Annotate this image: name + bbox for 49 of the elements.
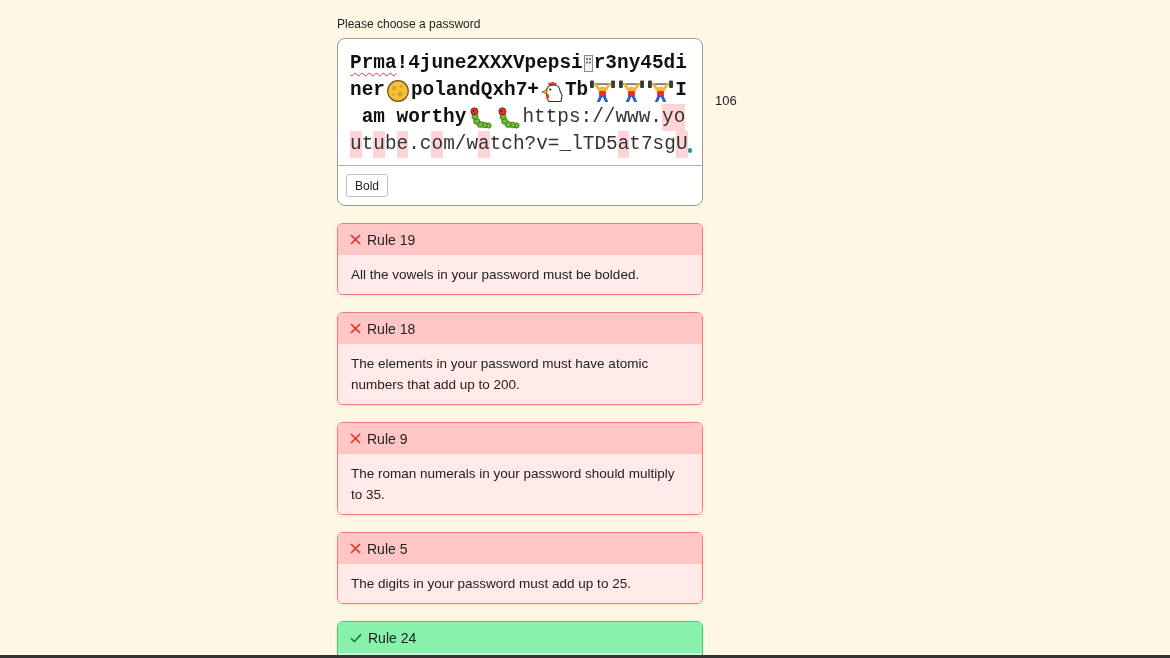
rule-title: Rule 19	[367, 231, 416, 248]
password-text: m/w	[443, 132, 479, 157]
rule-title: Rule 24	[368, 629, 417, 646]
highlighted-text: u	[350, 131, 362, 158]
weightlifter-icon	[648, 79, 674, 102]
bold-button[interactable]: Bold	[346, 174, 389, 197]
cross-icon	[350, 433, 361, 444]
highlighted-text: u	[373, 131, 385, 158]
check-icon	[350, 632, 362, 643]
rule-description: The roman numerals in your password should multiply to 35.	[351, 466, 675, 502]
rule-title: Rule 9	[367, 430, 408, 447]
rule-title: Rule 5	[367, 540, 408, 557]
rule-title: Rule 18	[367, 320, 416, 337]
password-text: .c	[408, 132, 432, 157]
chicken-icon	[540, 79, 563, 102]
weightlifter-icon	[590, 79, 616, 102]
missing-glyph-icon	[583, 55, 593, 72]
field-label: Please choose a password	[337, 17, 481, 31]
character-count: 106	[715, 93, 737, 108]
password-text: t	[361, 132, 374, 157]
highlighted-text: e	[396, 131, 409, 158]
password-text: I	[675, 78, 687, 103]
rule-description: All the vowels in your password must be bolded.	[351, 267, 640, 282]
cross-icon	[350, 234, 361, 245]
cross-icon	[350, 323, 361, 334]
highlighted-text: a	[617, 131, 630, 158]
password-text: Prma	[350, 51, 397, 76]
password-text: am worthy	[360, 105, 467, 130]
password-text: !4june2XXXVpepsi	[396, 51, 583, 76]
password-text: Tb	[564, 78, 589, 103]
weightlifter-icon	[619, 79, 645, 102]
password-field[interactable]: Prma!4june2XXXVpepsi r3ny45di ner polandQxh7+ Tb I am worthy https://www.yo utube.com/watch?v=_lTD5at7sgU	[338, 39, 702, 165]
cross-icon	[350, 543, 361, 554]
password-text: polandQxh7+	[410, 78, 539, 103]
password-text: https://www.	[522, 105, 662, 130]
password-text: tch?v=_lTD5	[489, 132, 618, 157]
rule-description: The elements in your password must have atomic numbers that add up to 200.	[351, 356, 649, 392]
password-text: ner	[350, 78, 385, 103]
highlighted-text: a	[478, 131, 490, 158]
rule-description: The digits in your password must add up to 25.	[351, 576, 631, 591]
moon-icon	[386, 79, 409, 102]
highlighted-text: yo	[662, 104, 686, 131]
password-text: b	[384, 132, 397, 157]
password-text: t7sg	[629, 132, 676, 157]
caterpillar-icon	[496, 106, 521, 129]
caterpillar-icon	[468, 106, 493, 129]
highlighted-text: o	[431, 131, 444, 158]
highlighted-text: U	[675, 131, 688, 158]
password-text: r3ny45di	[593, 51, 687, 76]
